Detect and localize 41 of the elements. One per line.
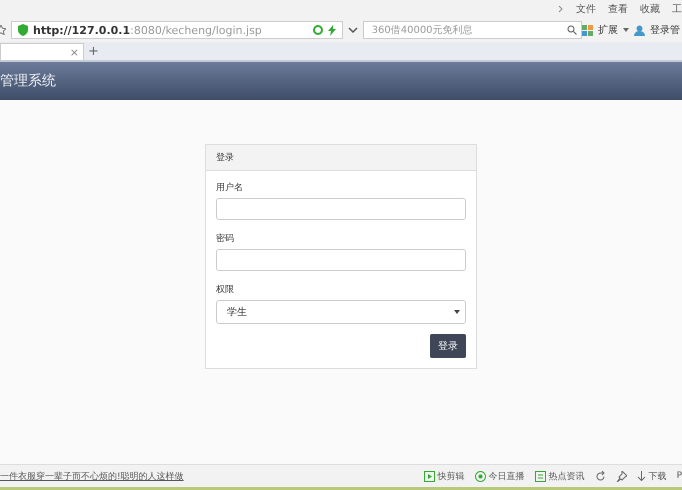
pin-icon[interactable]: [616, 470, 627, 482]
chevron-icon[interactable]: [558, 5, 564, 13]
dropdown-icon[interactable]: [348, 27, 358, 33]
app-title: 管理系统: [0, 72, 56, 90]
field-label: 权限: [216, 284, 235, 296]
download-button[interactable]: 下载: [636, 470, 667, 482]
user-icon[interactable]: [634, 24, 645, 36]
password-field[interactable]: [216, 249, 466, 271]
panel-title: 登录: [216, 152, 234, 164]
login-button[interactable]: 登录管: [650, 23, 680, 37]
circle-icon[interactable]: [474, 470, 486, 482]
news-link[interactable]: 一件衣服穿一辈子而不心烦的!聪明的人这样做: [0, 470, 184, 482]
refresh-icon[interactable]: [594, 470, 606, 482]
field-label: 用户名: [216, 182, 244, 194]
search-field[interactable]: 360借40000元免利息: [362, 21, 582, 39]
caret-icon[interactable]: [454, 310, 460, 314]
extensions-button[interactable]: 扩展: [598, 23, 618, 37]
menu-item[interactable]: 收藏: [640, 2, 660, 16]
download-icon[interactable]: [636, 470, 646, 482]
shield-icon[interactable]: [18, 24, 28, 36]
lightning-icon[interactable]: [328, 24, 336, 36]
status-text: P: [676, 471, 682, 481]
input-field[interactable]: [216, 198, 466, 220]
status-button[interactable]: 热点资讯: [534, 470, 585, 482]
new-tab-button[interactable]: +: [84, 43, 103, 60]
login-submit-button[interactable]: 登录: [430, 334, 466, 358]
play-icon[interactable]: [424, 470, 435, 482]
url-text: http://127.0.0.1:8080/kecheng/login.jsp: [33, 24, 262, 36]
status-button[interactable]: 今日直播: [474, 470, 525, 482]
select-field[interactable]: 学生: [216, 300, 466, 324]
field-label: 密码: [216, 232, 235, 245]
status-button[interactable]: 快剪辑: [424, 470, 465, 482]
menu-item[interactable]: 文件: [576, 2, 596, 16]
menu-item[interactable]: 工: [672, 2, 682, 16]
close-button[interactable]: ×: [70, 46, 79, 58]
grid-icon[interactable]: [582, 24, 593, 36]
address-field[interactable]: http://127.0.0.1:8080/kecheng/login.jsp: [11, 21, 343, 39]
document-icon[interactable]: [534, 470, 546, 482]
menu-item[interactable]: 查看: [608, 2, 628, 16]
caret-icon[interactable]: [623, 28, 629, 32]
browser-tab[interactable]: ×: [0, 43, 84, 60]
